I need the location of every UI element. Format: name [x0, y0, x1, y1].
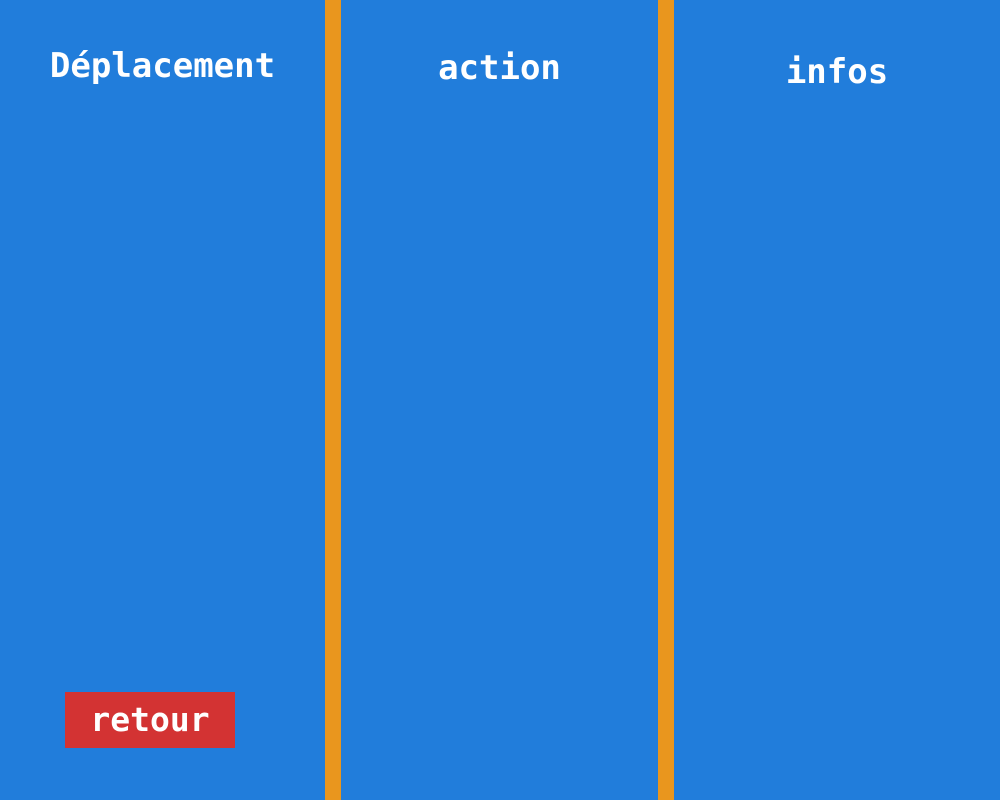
panel-divider: [325, 0, 341, 800]
info-panel-title: infos: [785, 52, 889, 92]
info-panel: infos: [674, 0, 1000, 800]
action-panel: action: [341, 0, 658, 800]
panel-divider: [658, 0, 674, 800]
back-button[interactable]: retour: [65, 692, 235, 748]
game-screen: Déplacement retour action infos: [0, 0, 1000, 800]
movement-panel-title: Déplacement: [49, 46, 276, 86]
movement-panel: Déplacement retour: [0, 0, 325, 800]
action-panel-title: action: [438, 48, 561, 88]
